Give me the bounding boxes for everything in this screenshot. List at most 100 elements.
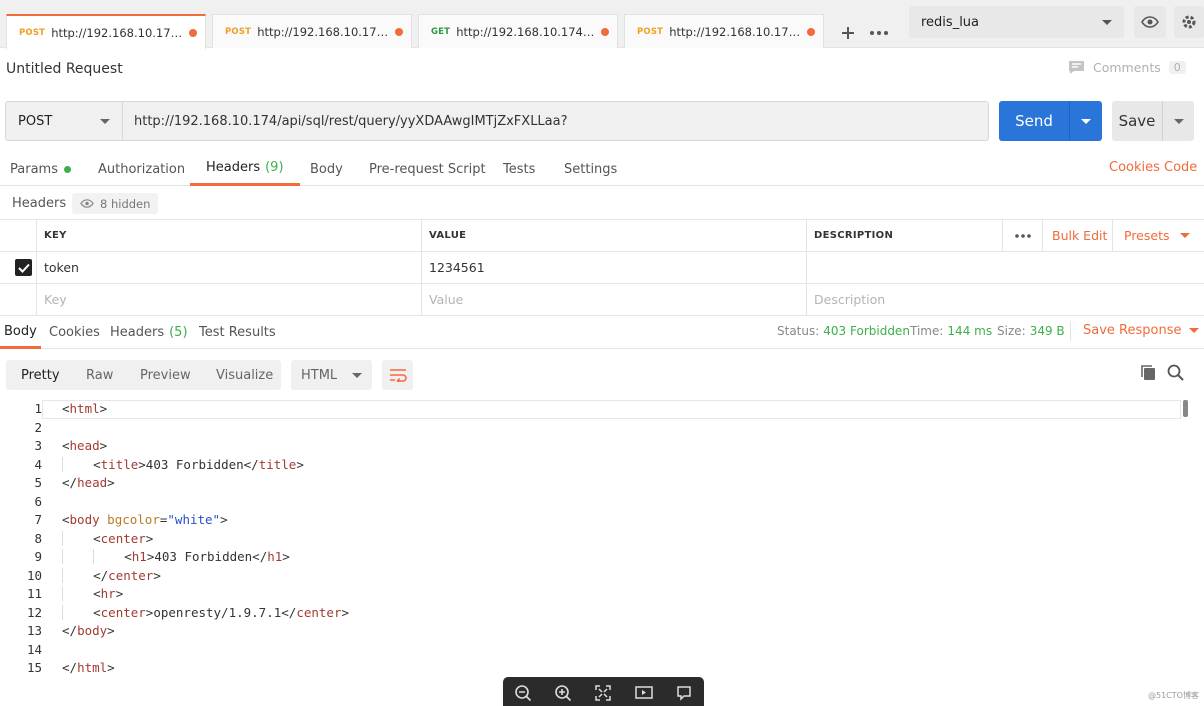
search-icon[interactable] <box>1167 364 1185 382</box>
view-pretty-button[interactable]: Pretty <box>21 360 60 390</box>
header-key-cell[interactable]: token <box>44 260 79 275</box>
method-select[interactable]: POST <box>5 101 123 141</box>
watermark: @51CTO博客 <box>1148 691 1199 700</box>
tab-label: Test Results <box>199 325 276 340</box>
time-label: Time: <box>910 324 944 338</box>
response-headers-count: (5) <box>169 325 188 340</box>
environment-select[interactable]: redis_lua <box>909 6 1124 38</box>
tab-label: Authorization <box>98 161 186 177</box>
line-number: 7 <box>34 512 42 527</box>
tab-authorization[interactable]: Authorization <box>98 152 185 186</box>
url-input[interactable] <box>123 101 989 141</box>
status-label: Status: <box>777 324 820 338</box>
line-number: 4 <box>34 456 42 472</box>
view-raw-button[interactable]: Raw <box>86 360 113 390</box>
tab-method: POST <box>19 27 46 38</box>
response-status: Status: 403 Forbidden <box>777 324 910 338</box>
more-tabs-icon[interactable] <box>864 18 894 48</box>
save-options-chevron-down-icon[interactable] <box>1162 101 1194 141</box>
tab-method: POST <box>637 26 664 37</box>
code-line: </head> <box>62 475 115 490</box>
tab-url: http://192.168.10.174/api... <box>51 25 185 40</box>
size-value: 349 B <box>1029 324 1065 338</box>
new-tab-plus-icon[interactable] <box>833 18 863 48</box>
copy-icon[interactable] <box>1140 364 1158 382</box>
comments-button[interactable]: Comments 0 <box>1068 60 1186 75</box>
code-line: <h1>403 Forbidden</h1> <box>62 549 290 564</box>
size-label: Size: <box>997 324 1026 338</box>
request-tab-1[interactable]: POST http://192.168.10.174/api... <box>6 14 206 49</box>
code-line: </body> <box>62 623 115 638</box>
send-button[interactable]: Send <box>999 101 1069 141</box>
comments-label: Comments <box>1093 60 1161 75</box>
tab-label: Body <box>310 161 343 177</box>
environment-quick-look-eye-icon[interactable] <box>1134 6 1166 38</box>
code-line: <hr> <box>62 586 123 601</box>
comment-bubble-icon[interactable] <box>674 683 694 703</box>
tab-tests[interactable]: Tests <box>503 152 535 186</box>
code-link[interactable]: Code <box>1164 160 1197 175</box>
cookies-link[interactable]: Cookies <box>1109 160 1160 175</box>
view-visualize-button[interactable]: Visualize <box>216 360 273 390</box>
language-select[interactable]: HTML <box>291 360 372 390</box>
tab-pre-request-script[interactable]: Pre-request Script <box>369 152 486 186</box>
response-tab-body[interactable]: Body <box>0 316 41 349</box>
tab-settings[interactable]: Settings <box>564 152 617 186</box>
response-tab-headers[interactable]: Headers (5) <box>110 316 188 349</box>
wrap-lines-icon[interactable] <box>382 360 413 390</box>
chevron-down-icon <box>1189 328 1200 333</box>
tab-params[interactable]: Params <box>10 152 71 186</box>
request-tab-3[interactable]: GET http://192.168.10.174/api/s... <box>418 14 618 48</box>
response-tab-test-results[interactable]: Test Results <box>199 316 276 349</box>
zoom-out-icon[interactable] <box>513 683 533 703</box>
tab-method: POST <box>225 26 252 37</box>
tab-headers[interactable]: Headers (9) <box>190 152 300 186</box>
tab-label: Headers <box>206 160 261 175</box>
tab-body[interactable]: Body <box>310 152 343 186</box>
header-enabled-checkbox[interactable] <box>15 259 32 276</box>
editor-scrollbar[interactable] <box>1183 400 1188 417</box>
more-options-icon[interactable] <box>1002 220 1042 251</box>
presets-dropdown[interactable]: Presets <box>1112 220 1190 251</box>
manage-environments-gear-icon[interactable] <box>1174 6 1204 38</box>
response-tab-cookies[interactable]: Cookies <box>49 316 100 349</box>
tab-label: Settings <box>564 161 618 177</box>
code-line: <body bgcolor="white"> <box>62 512 228 527</box>
tab-method: GET <box>431 26 451 37</box>
fullscreen-icon[interactable] <box>593 683 613 703</box>
line-number: 3 <box>34 438 42 453</box>
save-response-dropdown[interactable]: Save Response <box>1083 323 1200 338</box>
table-header-row: KEY VALUE DESCRIPTION Bulk Edit Presets <box>0 220 1204 252</box>
bulk-edit-link[interactable]: Bulk Edit <box>1042 220 1107 251</box>
response-code-editor[interactable]: 1 2 3 4 5 6 7 8 9 10 11 12 13 14 15 <htm… <box>0 400 1194 706</box>
chevron-down-icon <box>1102 19 1112 25</box>
code-line: <center> <box>62 530 153 546</box>
chevron-down-icon <box>100 118 110 124</box>
view-preview-button[interactable]: Preview <box>140 360 191 390</box>
header-description-cell[interactable] <box>806 252 1204 283</box>
code-line: </html> <box>62 660 115 675</box>
tab-label: Pre-request Script <box>369 161 486 177</box>
hidden-headers-toggle[interactable]: 8 hidden <box>72 193 159 214</box>
code-line: <head> <box>62 438 108 453</box>
table-row: token 1234561 <box>0 252 1204 284</box>
zoom-in-icon[interactable] <box>553 683 573 703</box>
column-description: DESCRIPTION <box>814 230 894 241</box>
tab-url: http://192.168.10.174:80/l... <box>669 24 803 39</box>
value-placeholder[interactable]: Value <box>429 292 463 307</box>
request-tabs: Params Authorization Headers (9) Body Pr… <box>0 152 1204 186</box>
header-value-cell[interactable]: 1234561 <box>429 260 485 275</box>
request-title[interactable]: Untitled Request <box>6 61 123 77</box>
code-line: <html> <box>62 401 108 416</box>
description-placeholder[interactable]: Description <box>814 292 885 307</box>
slideshow-icon[interactable] <box>634 683 654 703</box>
request-tab-4[interactable]: POST http://192.168.10.174:80/l... <box>624 14 824 48</box>
save-button[interactable]: Save <box>1112 101 1162 141</box>
save-response-label: Save Response <box>1083 323 1182 338</box>
key-placeholder[interactable]: Key <box>44 292 67 307</box>
tab-label: Params <box>10 161 58 177</box>
line-number: 11 <box>26 586 42 601</box>
request-tab-2[interactable]: POST http://192.168.10.174/abc... <box>212 14 412 48</box>
send-options-chevron-down-icon[interactable] <box>1069 101 1102 141</box>
divider <box>1070 321 1071 341</box>
